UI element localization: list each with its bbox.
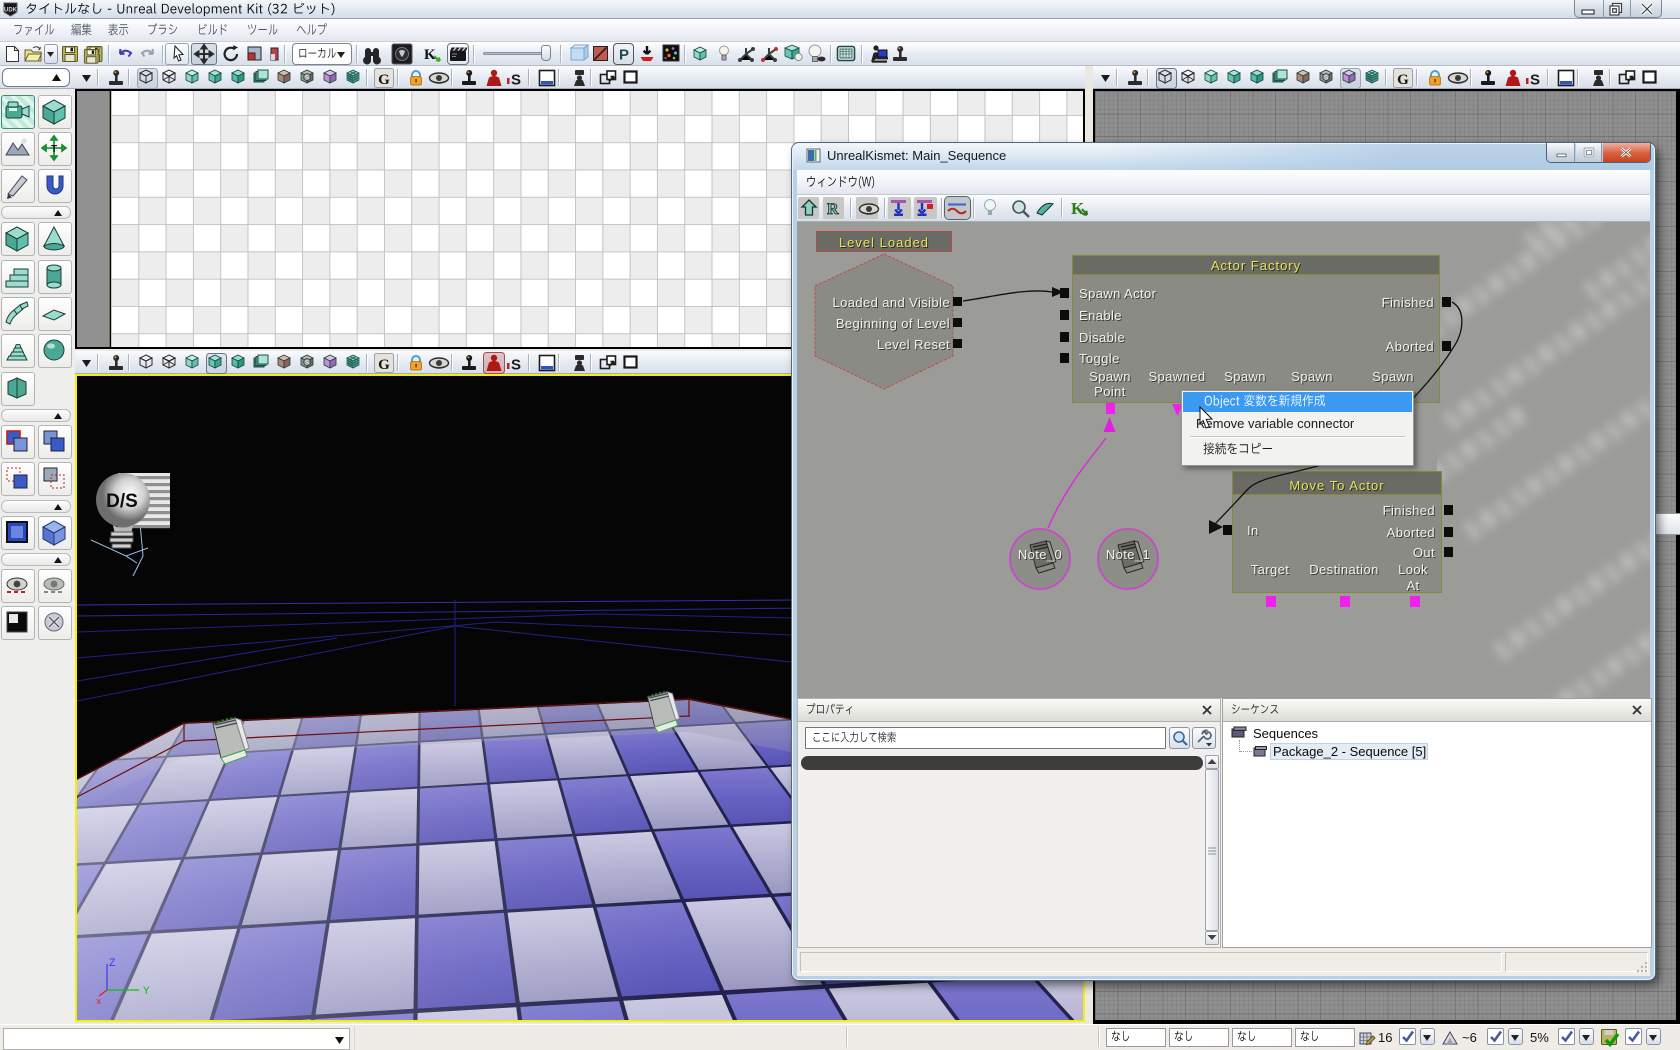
svg-text:G: G: [378, 357, 390, 373]
svg-text:G: G: [1397, 72, 1409, 88]
svg-text:T: T: [51, 144, 57, 155]
svg-text:K: K: [1071, 199, 1085, 218]
svg-text:S: S: [511, 72, 521, 89]
svg-text:G: G: [378, 72, 390, 88]
svg-text:K: K: [424, 47, 436, 63]
svg-text:S: S: [305, 359, 310, 366]
svg-text:S: S: [511, 357, 521, 374]
svg-text:S: S: [1324, 74, 1329, 81]
svg-text:S: S: [305, 74, 310, 81]
svg-text:P: P: [619, 47, 629, 64]
svg-text:R: R: [827, 201, 839, 218]
svg-text:Z: Z: [109, 958, 116, 970]
svg-text:D/S: D/S: [106, 491, 138, 512]
svg-text:S: S: [1530, 72, 1540, 89]
svg-text:Y: Y: [143, 986, 150, 998]
svg-text:x: x: [96, 997, 101, 1007]
svg-text:UDK: UDK: [4, 8, 18, 14]
